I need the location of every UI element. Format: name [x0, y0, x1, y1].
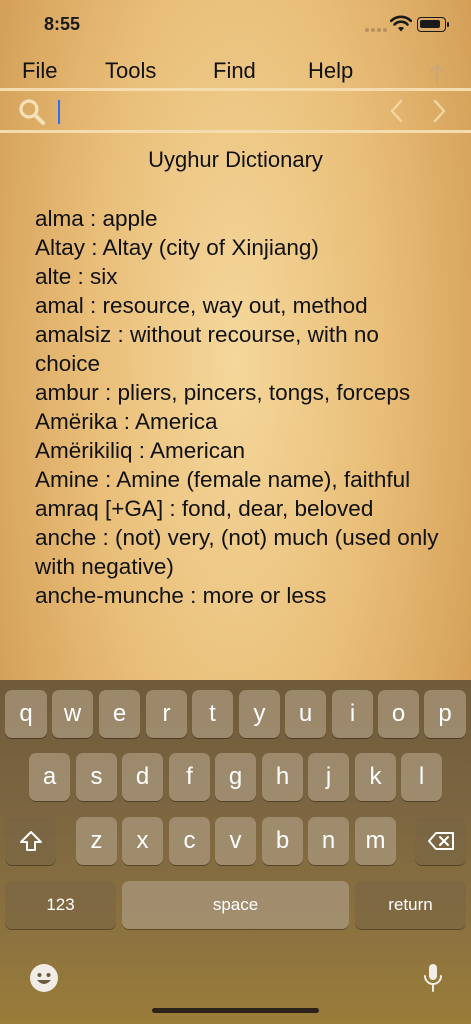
dictionary-title: Uyghur Dictionary — [148, 147, 323, 172]
key-m[interactable]: m — [355, 817, 396, 865]
key-b[interactable]: b — [262, 817, 303, 865]
key-c[interactable]: c — [169, 817, 210, 865]
key-e[interactable]: e — [99, 690, 140, 738]
list-item: alma : apple — [35, 206, 158, 231]
menu-file[interactable]: File — [22, 58, 57, 84]
list-item: Altay : Altay (city of Xinjiang) — [35, 235, 319, 260]
key-t[interactable]: t — [192, 690, 233, 738]
chevron-left-icon[interactable] — [386, 97, 408, 125]
key-y[interactable]: y — [239, 690, 280, 738]
menu-tools[interactable]: Tools — [105, 58, 156, 84]
list-item: amal : resource, way out, method — [35, 293, 368, 318]
search-icon[interactable] — [18, 98, 46, 126]
status-time: 8:55 — [44, 14, 81, 34]
key-j[interactable]: j — [308, 753, 349, 801]
numbers-key[interactable]: 123 — [5, 881, 116, 929]
key-a[interactable]: a — [29, 753, 70, 801]
list-item: amraq [+GA] : fond, dear, beloved — [35, 496, 374, 521]
text-caret — [58, 100, 60, 124]
search-input[interactable] — [56, 97, 376, 125]
list-item: anche-munche : more or less — [35, 583, 327, 608]
backspace-icon — [427, 832, 454, 850]
list-item: Amërika : America — [35, 409, 218, 434]
search-bar — [0, 91, 471, 130]
key-p[interactable]: p — [424, 690, 466, 738]
list-item: Amërikiliq : American — [35, 438, 246, 463]
key-u[interactable]: u — [285, 690, 326, 738]
key-f[interactable]: f — [169, 753, 210, 801]
list-item: alte : six — [35, 264, 118, 289]
key-l[interactable]: l — [401, 753, 442, 801]
key-i[interactable]: i — [332, 690, 373, 738]
menu-help[interactable]: Help — [308, 58, 353, 84]
key-g[interactable]: g — [215, 753, 256, 801]
list-item: ambur : pliers, pincers, tongs, forceps — [35, 380, 411, 405]
key-q[interactable]: q — [5, 690, 47, 738]
chevron-right-icon[interactable] — [428, 97, 450, 125]
key-k[interactable]: k — [355, 753, 396, 801]
microphone-icon[interactable] — [422, 962, 444, 994]
key-n[interactable]: n — [308, 817, 349, 865]
status-bar: 8:55 — [0, 0, 471, 52]
home-indicator — [152, 1008, 319, 1013]
key-o[interactable]: o — [378, 690, 419, 738]
list-item: anche : (not) very, (not) much (used onl… — [35, 525, 439, 579]
list-item: Amine : Amine (female name), faithful — [35, 467, 411, 492]
shift-icon — [19, 831, 42, 851]
delete-key[interactable] — [415, 817, 466, 865]
search-divider — [0, 130, 471, 133]
entry-list: alma : apple Altay : Altay (city of Xinj… — [35, 204, 445, 653]
menu-bar: File Tools Find Help — [0, 54, 471, 88]
wifi-icon — [390, 15, 412, 32]
list-item: amalsiz : without recourse, with no choi… — [35, 322, 379, 376]
key-r[interactable]: r — [146, 690, 187, 738]
key-s[interactable]: s — [76, 753, 117, 801]
battery-icon — [417, 17, 449, 32]
space-key[interactable]: space — [122, 881, 349, 929]
shift-key[interactable] — [5, 817, 56, 865]
key-x[interactable]: x — [122, 817, 163, 865]
keyboard: q w e r t y u i o p a s d f g h j k l z … — [0, 680, 471, 1024]
key-h[interactable]: h — [262, 753, 303, 801]
key-v[interactable]: v — [215, 817, 256, 865]
key-w[interactable]: w — [52, 690, 93, 738]
emoji-icon[interactable] — [29, 963, 59, 993]
menu-find[interactable]: Find — [213, 58, 256, 84]
cellular-signal-icon — [365, 24, 387, 32]
return-key[interactable]: return — [355, 881, 466, 929]
arrow-up-icon[interactable] — [428, 62, 446, 84]
key-d[interactable]: d — [122, 753, 163, 801]
key-z[interactable]: z — [76, 817, 117, 865]
